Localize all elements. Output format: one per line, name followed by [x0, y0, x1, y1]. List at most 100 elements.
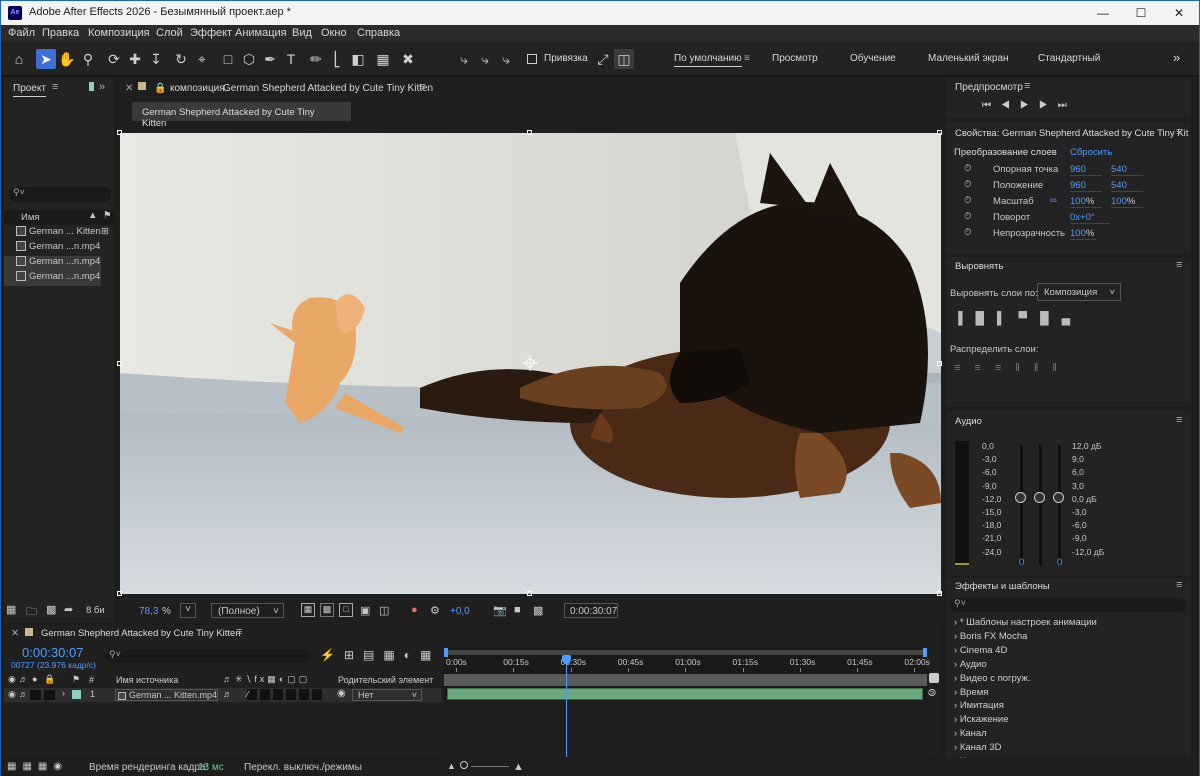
pan-tool-icon[interactable]: ✚ [125, 49, 145, 69]
zoom-dropdown-icon[interactable]: ˅ [180, 603, 196, 618]
project-search-input[interactable]: ⚲˅ [9, 187, 111, 202]
align-top-icon[interactable]: ▀ [1019, 311, 1041, 325]
axis-view-icon[interactable]: ⤷ [496, 49, 516, 69]
rotation-value[interactable]: 0x+0° [1070, 212, 1110, 224]
toggle-switches-modes[interactable]: Перекл. выключ./режимы [244, 762, 362, 773]
project-item[interactable]: German ...n.mp4 [16, 241, 114, 256]
effects-category[interactable]: › Время [954, 687, 988, 698]
video-viewer[interactable] [120, 133, 941, 594]
home-icon[interactable]: ⌂ [9, 49, 29, 69]
timeline-search-input[interactable]: ⚲˅ [105, 649, 310, 663]
layer-name[interactable]: German ... Kitten.mp4 [115, 689, 218, 701]
step-forward-icon[interactable]: ▶ [1039, 100, 1058, 111]
right-level-value[interactable]: 0 [1057, 557, 1062, 568]
new-comp-icon[interactable]: ▩ [46, 603, 56, 616]
layer-audio-icon[interactable]: ♬ [19, 689, 28, 699]
audio-icon[interactable]: ♬ [19, 674, 28, 684]
effects-category[interactable]: › Cinema 4D [954, 645, 1007, 656]
distribute-bottom-icon[interactable]: ≡ [995, 362, 1015, 374]
reset-link[interactable]: Сбросить [1070, 147, 1112, 158]
effects-category[interactable]: › * Шаблоны настроек анимации [954, 617, 1097, 628]
exposure-value[interactable]: +0,0 [450, 606, 470, 617]
effects-category[interactable]: › Видео с погруж. [954, 673, 1031, 684]
transform-handle[interactable] [117, 361, 122, 366]
zoom-slider-track[interactable] [471, 766, 509, 767]
frame-blend-switch[interactable] [273, 689, 283, 700]
layer-duration-bar[interactable] [447, 688, 923, 700]
position-y-value[interactable]: 540 [1111, 180, 1143, 192]
fast-preview-icon[interactable]: ▦ [301, 603, 315, 617]
anchor-y-value[interactable]: 540 [1111, 164, 1143, 176]
audio-menu-icon[interactable]: ≡ [1176, 414, 1182, 426]
link-icon[interactable]: ∞ [1050, 195, 1057, 206]
project-menu-icon[interactable]: ≡ [52, 81, 58, 93]
comp-button-icon[interactable]: ⧁ [928, 688, 936, 699]
parent-dropdown[interactable]: Нет ˅ [352, 689, 422, 701]
in-out-icon[interactable]: ▦ [38, 761, 53, 772]
align-to-dropdown[interactable]: Композиция ˅ [1037, 283, 1121, 301]
project-col-name[interactable]: Имя [21, 212, 40, 223]
align-vcenter-icon[interactable]: █ [1040, 311, 1062, 325]
orbit-tool-icon[interactable]: ⟳ [104, 49, 124, 69]
region-of-interest-icon[interactable]: ▣ [360, 604, 370, 617]
workspace-default[interactable]: По умолчанию [674, 53, 742, 67]
pick-whip-icon[interactable]: ◉ [337, 688, 346, 699]
distribute-vcenter-icon[interactable]: ≡ [974, 362, 994, 374]
distribute-left-icon[interactable]: ‖ [1015, 362, 1034, 374]
viewer-timecode[interactable]: 0:00:30:07 [564, 603, 618, 618]
interpret-footage-icon[interactable]: ▦ [6, 603, 16, 616]
eraser-tool-icon[interactable]: ◧ [348, 49, 368, 69]
transform-handle[interactable] [937, 361, 942, 366]
puppet-pin-icon[interactable]: ✖ [398, 49, 418, 69]
stopwatch-icon[interactable]: ⏱ [964, 227, 971, 238]
effects-category[interactable]: › Канал 3D [954, 742, 1002, 753]
align-hcenter-icon[interactable]: █ [976, 311, 998, 325]
effect-switch[interactable] [260, 689, 270, 700]
project-tab[interactable]: Проект [13, 83, 46, 97]
opacity[interactable]: 100% [1070, 228, 1096, 240]
step-back-icon[interactable]: ◀ [1001, 100, 1020, 111]
stopwatch-icon[interactable]: ⏱ [964, 211, 971, 222]
motion-blur-switch[interactable] [286, 689, 296, 700]
snap-checkbox[interactable] [527, 54, 537, 64]
work-area-start[interactable] [444, 648, 448, 657]
stopwatch-icon[interactable]: ⏱ [964, 195, 971, 206]
resolution-dropdown[interactable]: (Полное) ˅ [211, 603, 284, 618]
effects-category[interactable]: › Искажение [954, 714, 1009, 725]
clone-stamp-icon[interactable]: ⎣ [327, 49, 347, 69]
distribute-right-icon[interactable]: ‖ [1052, 362, 1071, 374]
menu-window[interactable]: Окно [321, 27, 347, 39]
lock-box[interactable] [44, 690, 55, 700]
rotate-tool-icon[interactable]: ↻ [171, 49, 191, 69]
frame-blending-icon[interactable]: ▦ [383, 648, 403, 662]
effects-menu-icon[interactable]: ≡ [1176, 579, 1182, 591]
menu-effect[interactable]: Эффект [190, 27, 232, 39]
layer-audio-switch-icon[interactable]: ♬ [223, 689, 232, 699]
menu-help[interactable]: Справка [357, 27, 400, 39]
right-volume-knob[interactable] [1053, 492, 1064, 503]
anchor-x-value[interactable]: 960 [1070, 164, 1102, 176]
flow-icon[interactable]: ⊞ [101, 226, 109, 237]
transform-handle[interactable] [527, 130, 532, 135]
distribute-hcenter-icon[interactable]: ‖ [1034, 362, 1053, 374]
workspace-learn[interactable]: Обучение [850, 53, 896, 64]
transform-handle[interactable] [937, 130, 942, 135]
snap-options-icon[interactable]: ⤢ [593, 49, 613, 69]
transform-handle[interactable] [117, 130, 122, 135]
project-item[interactable]: German ...n.mp4 [4, 271, 101, 286]
work-area-bar[interactable] [444, 650, 927, 655]
layer-row[interactable]: ◉ ♬ › 1 German ... Kitten.mp4 ♬ ∕ ◉ Нет ˅ [4, 688, 441, 702]
stopwatch-icon[interactable]: ⏱ [964, 179, 971, 190]
align-right-icon[interactable]: ▌ [997, 311, 1019, 325]
dolly-tool-icon[interactable]: ↧ [146, 49, 166, 69]
menu-composition[interactable]: Композиция [88, 27, 150, 39]
eye-icon[interactable]: ◉ [8, 674, 16, 685]
flow-chip[interactable]: German Shepherd Attacked by Cute Tiny Ki… [132, 102, 351, 129]
scale-x[interactable]: 100% [1070, 196, 1102, 208]
project-more-icon[interactable]: » [99, 81, 105, 93]
transfer-controls-icon[interactable]: ▦ [22, 761, 37, 772]
maximize-icon[interactable]: ☐ [1121, 1, 1161, 25]
effects-category[interactable]: › Аудио [954, 659, 987, 670]
workspace-review[interactable]: Просмотр [772, 53, 818, 64]
skip-back-icon[interactable]: ⏮ [982, 100, 1001, 111]
